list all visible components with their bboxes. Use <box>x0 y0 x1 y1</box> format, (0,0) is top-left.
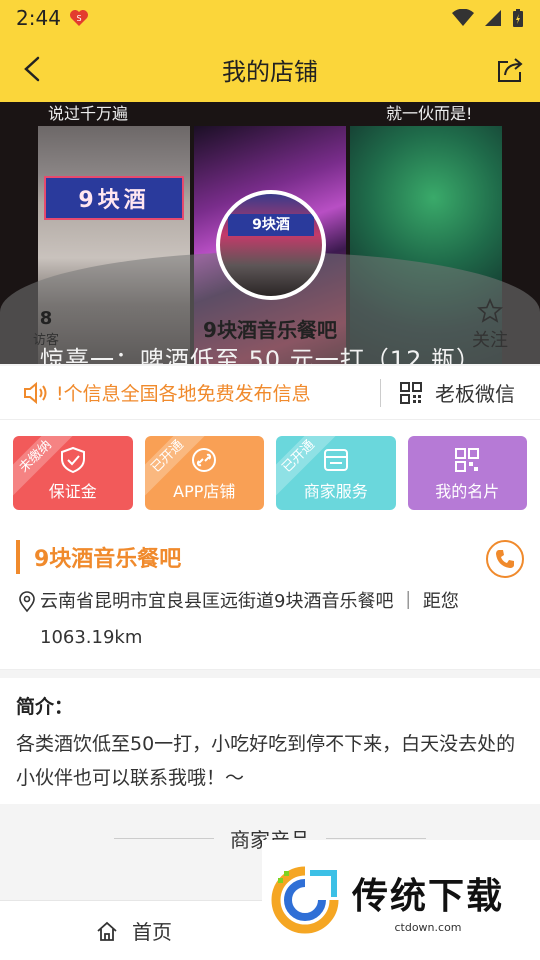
app-notification-icon: S <box>69 10 88 26</box>
tile-label: 商家服务 <box>303 482 368 501</box>
qr-code-icon <box>455 448 480 472</box>
home-icon <box>97 921 117 941</box>
merchant-service-tile[interactable]: 已开通 商家服务 <box>276 436 396 510</box>
app-shop-tile[interactable]: 已开通 APP店铺 <box>144 436 264 510</box>
store-icon <box>323 449 348 471</box>
back-arrow-icon[interactable] <box>18 54 48 84</box>
shop-title-row: 9块酒音乐餐吧 <box>16 540 524 574</box>
tile-label: APP店铺 <box>173 482 236 501</box>
accent-bar <box>16 540 20 574</box>
banner-shop-name: 9块酒音乐餐吧 <box>203 318 337 342</box>
qr-code-icon <box>400 381 422 404</box>
storefront-sign: 9块酒 <box>44 176 184 220</box>
boss-wechat-label: 老板微信 <box>435 382 515 406</box>
call-button[interactable] <box>486 540 524 578</box>
intro-text: 各类酒饮低至50一打，小吃好吃到停不下来，白天没去处的小伙伴也可以联系我哦！～ <box>16 733 516 789</box>
watermark: 传统下载 ctdown.com <box>262 840 540 960</box>
tab-home[interactable]: 首页 <box>96 916 172 945</box>
shop-title: 9块酒音乐餐吧 <box>34 547 182 572</box>
link-icon <box>192 448 217 472</box>
function-tiles: 未缴纳 保证金 已开通 APP店铺 已开通 商家服务 我的名片 <box>0 420 540 524</box>
divider <box>380 378 381 407</box>
signal-icon <box>485 10 501 26</box>
divider <box>114 837 214 839</box>
notice-bar: !个信息全国各地免费发布信息 老板微信 <box>0 366 540 420</box>
shop-address[interactable]: 云南省昆明市宜良县匡远街道9块酒音乐餐吧 ｜ 距您1063.19km <box>16 584 524 656</box>
page-title: 我的店铺 <box>222 57 318 86</box>
banner-promo-text: 惊喜一：啤酒低至 50 元一打（12 瓶） <box>40 346 481 364</box>
divider <box>326 837 426 839</box>
intro-card: 简介： 各类酒饮低至50一打，小吃好吃到停不下来，白天没去处的小伙伴也可以联系我… <box>0 678 540 804</box>
tab-home-label: 首页 <box>132 920 172 944</box>
speaker-icon <box>24 381 47 404</box>
intro-title: 简介： <box>16 696 74 718</box>
watermark-logo-icon <box>271 866 339 934</box>
battery-icon <box>513 9 523 27</box>
shop-banner: 9块酒 说过千万遍 就一伙而是! 9块酒 8 访客 9块酒音乐餐吧 关注 惊喜一… <box>0 102 540 364</box>
tile-label: 保证金 <box>48 482 97 501</box>
phone-icon <box>496 550 514 568</box>
address-text: 云南省昆明市宜良县匡远街道9块酒音乐餐吧 ｜ 距您1063.19km <box>40 591 459 648</box>
tile-label: 我的名片 <box>435 482 500 501</box>
status-time: 2:44 <box>16 6 61 30</box>
business-card-tile[interactable]: 我的名片 <box>407 436 527 510</box>
banner-caption-right: 就一伙而是! <box>386 104 473 123</box>
boss-wechat-button[interactable]: 老板微信 <box>399 378 515 407</box>
wifi-icon <box>452 9 474 26</box>
notice-marquee[interactable]: !个信息全国各地免费发布信息 <box>56 379 376 406</box>
status-icons <box>452 8 524 28</box>
star-icon <box>477 298 503 323</box>
deposit-tile[interactable]: 未缴纳 保证金 <box>13 436 133 510</box>
watermark-subtitle: ctdown.com <box>394 920 462 934</box>
svg-text:S: S <box>76 14 81 23</box>
nav-bar: 我的店铺 <box>0 36 540 102</box>
watermark-text: 传统下载 ctdown.com <box>352 867 504 934</box>
shield-icon <box>60 446 85 474</box>
share-icon[interactable] <box>496 56 524 84</box>
shop-info-card: 9块酒音乐餐吧 云南省昆明市宜良县匡远街道9块酒音乐餐吧 ｜ 距您1063.19… <box>0 524 540 670</box>
shop-avatar[interactable]: 9块酒 <box>216 190 326 300</box>
watermark-title: 传统下载 <box>352 875 505 917</box>
banner-caption-left: 说过千万遍 <box>48 104 129 123</box>
status-bar: 2:44 S <box>0 0 540 36</box>
avatar-sign: 9块酒 <box>228 214 314 236</box>
location-pin-icon <box>19 591 35 613</box>
